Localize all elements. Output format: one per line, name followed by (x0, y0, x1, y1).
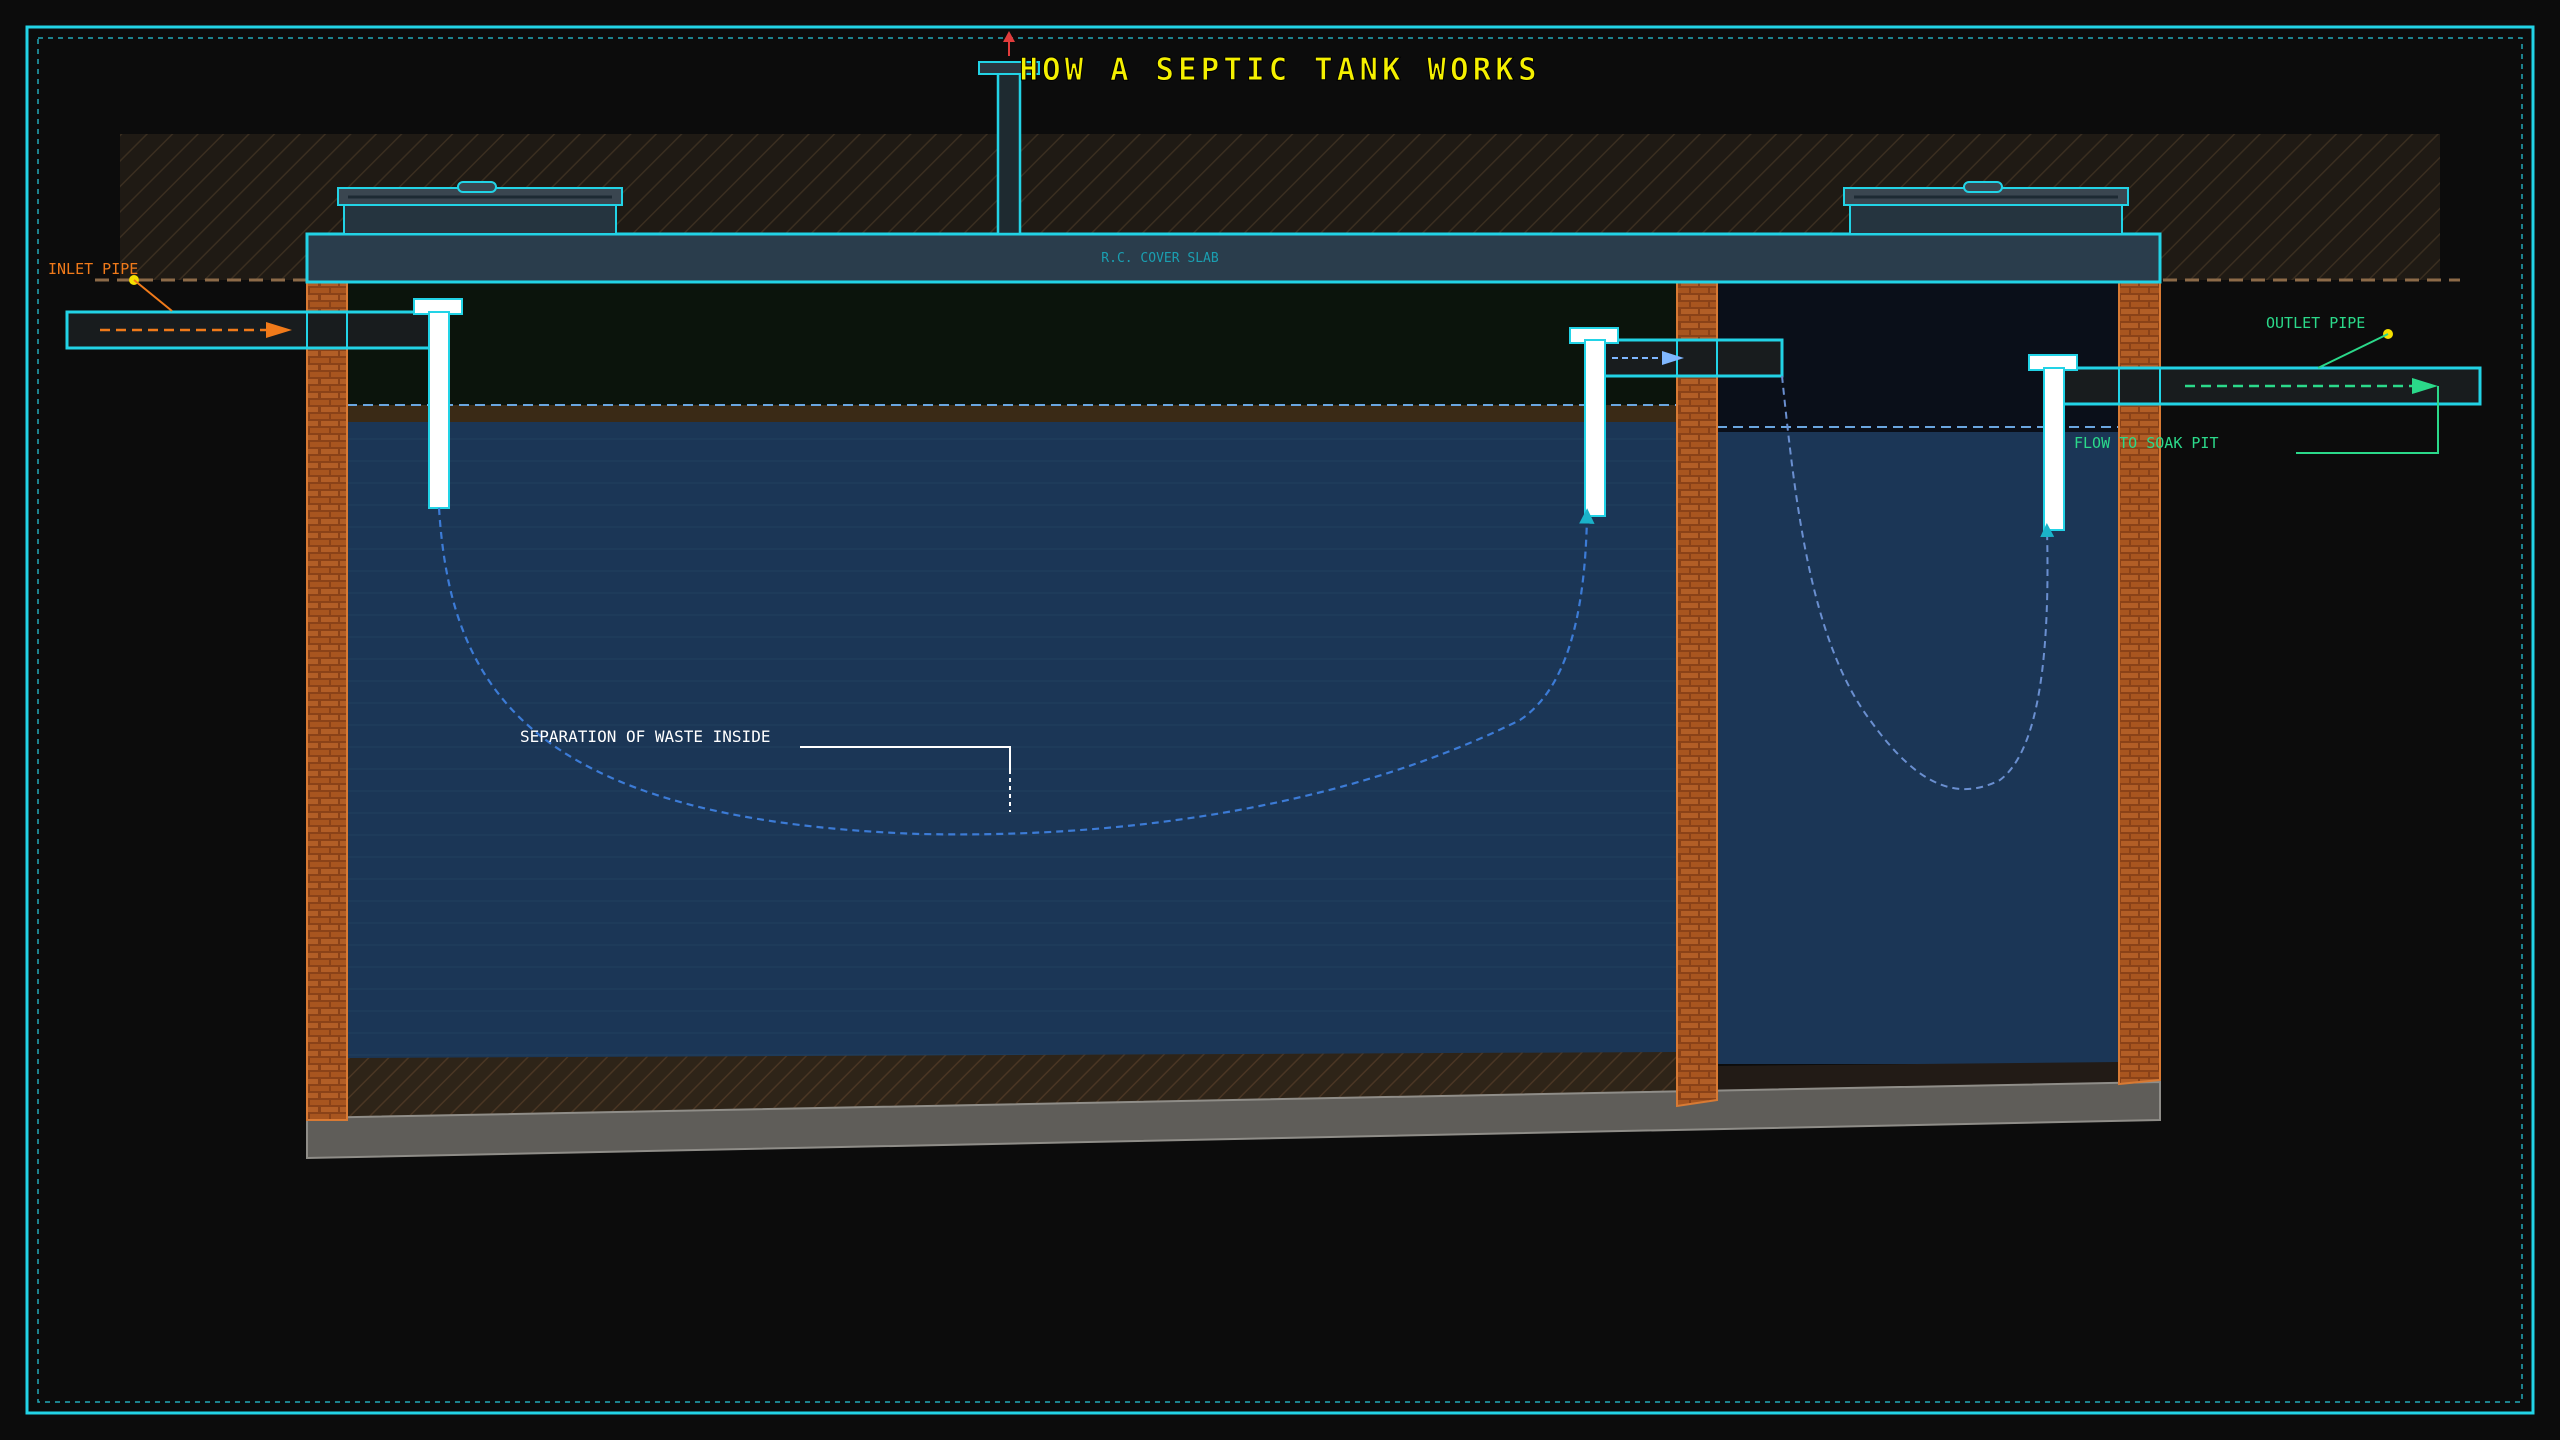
manhole-left-base (343, 203, 617, 235)
septic-tank-diagram: R.C. COVER SLAB HOW A SEPTIC TANK WORKS … (25, 25, 2535, 1415)
soak-pit-label: FLOW TO SOAK PIT (2074, 434, 2219, 452)
left-wall (306, 281, 348, 1121)
cover-slab-label: R.C. COVER SLAB (1101, 251, 1219, 266)
inlet-leader (133, 279, 173, 312)
inlet-pipe-label: INLET PIPE (48, 260, 138, 278)
chamber1-air (347, 282, 1677, 412)
manhole-right-base (1849, 203, 2123, 235)
vent-arrow-head (1003, 31, 1015, 42)
outlet-tee-stem (2043, 367, 2065, 531)
cover-slab (305, 232, 2162, 284)
inlet-tee-stem (428, 311, 450, 509)
diagram-title: HOW A SEPTIC TANK WORKS (1019, 52, 1540, 88)
separation-label: SEPARATION OF WASTE INSIDE (520, 727, 770, 746)
vent-pipe (996, 68, 1022, 236)
manhole-left-handle (457, 181, 497, 193)
outlet-pipe-label: OUTLET PIPE (2266, 314, 2365, 332)
transfer-tee-stem (1584, 339, 1606, 517)
baffle-wall (1676, 281, 1718, 1108)
manhole-right-handle (1963, 181, 2003, 193)
outlet-leader (2317, 333, 2389, 369)
